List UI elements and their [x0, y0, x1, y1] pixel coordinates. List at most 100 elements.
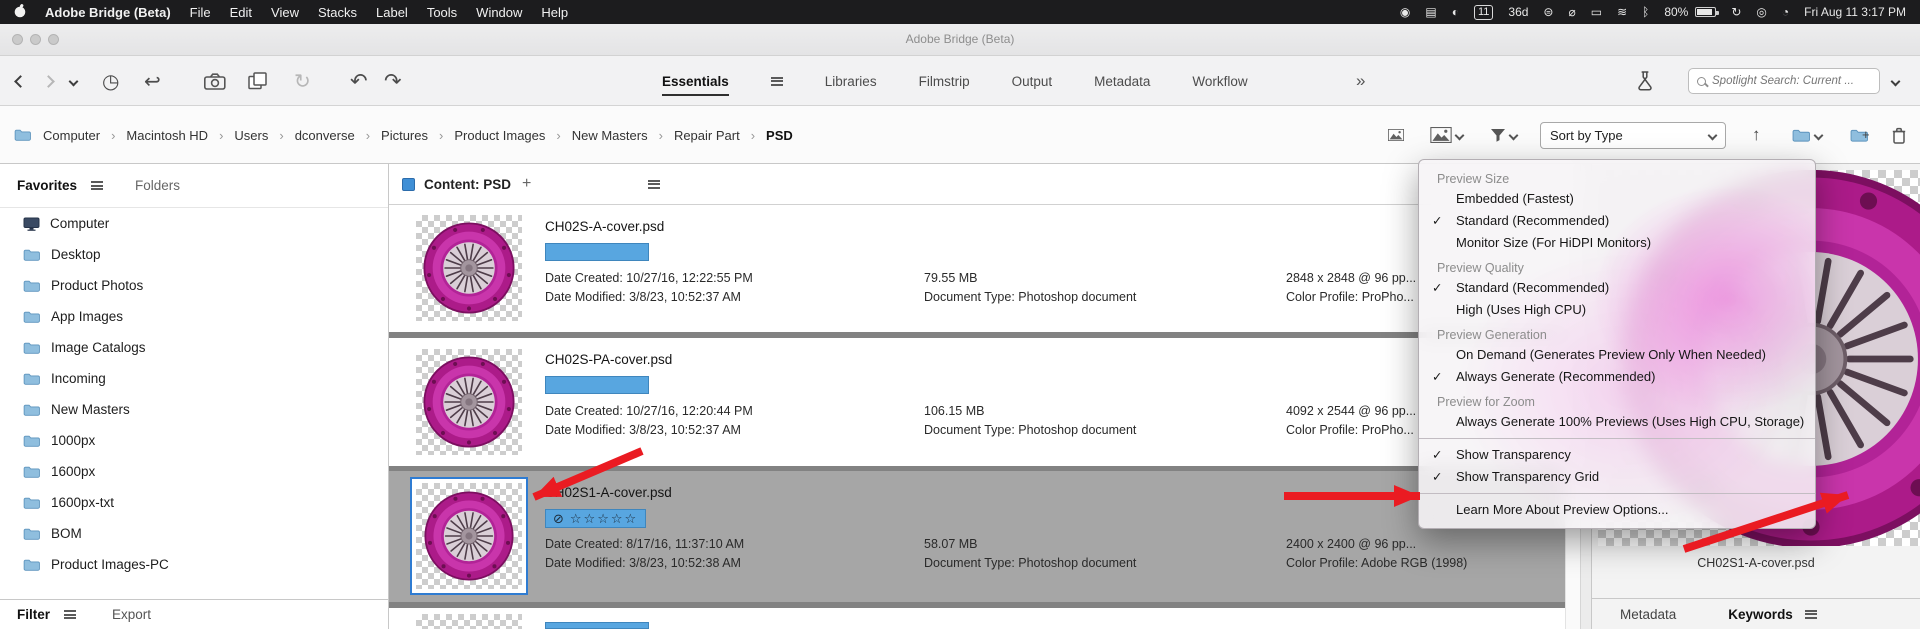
menu-item-learn-more[interactable]: Learn More About Preview Options...	[1419, 499, 1815, 521]
menubar-item-edit[interactable]: Edit	[230, 5, 252, 20]
do-not-disturb-icon[interactable]: ⌀	[1568, 5, 1575, 19]
favorites-panel-menu-icon[interactable]	[91, 181, 104, 190]
filter-button[interactable]	[1490, 106, 1519, 164]
notification-badge[interactable]: 11	[1473, 4, 1494, 20]
apple-menu[interactable]	[14, 3, 26, 21]
workspace-options-icon[interactable]	[770, 76, 783, 86]
get-photos-from-camera-icon[interactable]	[204, 56, 226, 106]
select-all-checkbox[interactable]	[402, 177, 415, 191]
sidebar-item-app-images[interactable]: App Images	[0, 301, 388, 332]
tab-favorites[interactable]: Favorites	[17, 178, 77, 193]
file-row[interactable]: CH02S-PA-cover.psd Date Created: 10/27/1…	[389, 338, 1565, 466]
sidebar-item-1600px[interactable]: 1600px	[0, 456, 388, 487]
menubar-item-window[interactable]: Window	[476, 5, 522, 20]
file-thumbnail-selected[interactable]	[410, 477, 528, 595]
breadcrumb-pictures[interactable]: Pictures	[381, 128, 428, 143]
sidebar-item-bom[interactable]: BOM	[0, 518, 388, 549]
screen-record-icon[interactable]: ◉	[1400, 5, 1410, 19]
star-rating[interactable]: ☆☆☆☆☆	[570, 511, 638, 527]
workspace-tab-libraries[interactable]: Libraries	[825, 74, 877, 89]
rating-label-bar[interactable]	[545, 376, 649, 394]
recent-files-icon[interactable]: ◷	[102, 56, 119, 106]
window-close-button[interactable]	[12, 34, 23, 45]
spotlight-icon[interactable]: ◎	[1756, 5, 1766, 19]
breadcrumb-macintosh-hd[interactable]: Macintosh HD	[126, 128, 208, 143]
time-machine-icon[interactable]: ⊜	[1543, 5, 1553, 19]
file-row-selected[interactable]: CH02S1-A-cover.psd ⊘ ☆☆☆☆☆ Date Created:…	[389, 471, 1565, 602]
breadcrumb-computer[interactable]: Computer	[43, 128, 100, 143]
preview-options-button[interactable]	[1430, 106, 1465, 164]
breadcrumb-psd[interactable]: PSD	[766, 128, 793, 143]
delete-trash-button[interactable]	[1892, 106, 1906, 164]
menu-item-show-transparency[interactable]: ✓ Show Transparency	[1419, 444, 1815, 466]
sidebar-item-image-catalogs[interactable]: Image Catalogs	[0, 332, 388, 363]
forward-button[interactable]	[42, 56, 55, 106]
rating-label-bar[interactable]: ⊘ ☆☆☆☆☆	[545, 509, 647, 528]
sidebar-item-1600px-txt[interactable]: 1600px-txt	[0, 487, 388, 518]
keywords-panel-menu-icon[interactable]	[1804, 609, 1817, 619]
sidebar-item-desktop[interactable]: Desktop	[0, 239, 388, 270]
rating-label-bar[interactable]	[545, 243, 649, 261]
control-center-icon[interactable]: ◔	[1782, 5, 1789, 19]
menubar-clock[interactable]: Fri Aug 11 3:17 PM	[1804, 5, 1906, 19]
bluetooth-icon[interactable]: ᛒ	[1642, 5, 1649, 19]
undo-icon[interactable]: ↶	[350, 56, 368, 106]
menu-item-high-quality[interactable]: High (Uses High CPU)	[1419, 299, 1815, 321]
menu-item-monitor-size[interactable]: Monitor Size (For HiDPI Monitors)	[1419, 232, 1815, 254]
back-button[interactable]	[14, 56, 27, 106]
thumbnail-quality-icon[interactable]	[1388, 106, 1404, 164]
file-thumbnail[interactable]	[416, 614, 522, 629]
sidebar-item-product-photos[interactable]: Product Photos	[0, 270, 388, 301]
recent-folders-button[interactable]	[1792, 106, 1824, 164]
tab-export[interactable]: Export	[112, 607, 151, 622]
menu-item-embedded[interactable]: Embedded (Fastest)	[1419, 188, 1815, 210]
breadcrumb-users[interactable]: Users	[234, 128, 268, 143]
menu-item-standard-quality[interactable]: ✓ Standard (Recommended)	[1419, 277, 1815, 299]
tab-filter[interactable]: Filter	[17, 607, 50, 622]
file-row-partial[interactable]	[389, 608, 1565, 629]
menu-item-always-generate[interactable]: ✓ Always Generate (Recommended)	[1419, 366, 1815, 388]
tab-folders[interactable]: Folders	[135, 178, 180, 193]
beta-flask-icon[interactable]	[1636, 56, 1654, 106]
workspace-tab-workflow[interactable]: Workflow	[1192, 74, 1247, 89]
boomerang-icon[interactable]: ↩	[144, 56, 161, 106]
window-minimize-button[interactable]	[30, 34, 41, 45]
workspace-tab-filmstrip[interactable]: Filmstrip	[919, 74, 970, 89]
menubar-item-label[interactable]: Label	[376, 5, 408, 20]
file-name[interactable]: CH02S-A-cover.psd	[545, 219, 664, 234]
workspace-tab-output[interactable]: Output	[1012, 74, 1053, 89]
menubar-item-view[interactable]: View	[271, 5, 299, 20]
breadcrumb-dconverse[interactable]: dconverse	[295, 128, 355, 143]
search-input[interactable]	[1712, 75, 1871, 87]
menu-item-on-demand[interactable]: On Demand (Generates Preview Only When N…	[1419, 344, 1815, 366]
menubar-item-file[interactable]: File	[190, 5, 211, 20]
file-thumbnail[interactable]	[416, 349, 522, 455]
search-options-chevron[interactable]	[1890, 56, 1901, 106]
sidebar-item-incoming[interactable]: Incoming	[0, 363, 388, 394]
menubar-item-tools[interactable]: Tools	[427, 5, 457, 20]
sidebar-item-new-masters[interactable]: New Masters	[0, 394, 388, 425]
sidebar-item-product-images-pc[interactable]: Product Images-PC	[0, 549, 388, 580]
menubar-item-help[interactable]: Help	[541, 5, 568, 20]
sidebar-item-computer[interactable]: Computer	[0, 208, 388, 239]
menu-item-show-transparency-grid[interactable]: ✓ Show Transparency Grid	[1419, 466, 1815, 488]
reject-rating-icon[interactable]: ⊘	[553, 511, 564, 527]
breadcrumb-new-masters[interactable]: New Masters	[572, 128, 648, 143]
sidebar-item-1000px[interactable]: 1000px	[0, 425, 388, 456]
file-name[interactable]: CH02S1-A-cover.psd	[545, 485, 672, 500]
airplay-icon[interactable]: ≋	[1617, 5, 1627, 19]
contrast-icon[interactable]: ◐	[1452, 5, 1459, 19]
rating-label-bar[interactable]	[545, 622, 649, 629]
menubar-app-name[interactable]: Adobe Bridge (Beta)	[45, 5, 171, 20]
file-name[interactable]: CH02S-PA-cover.psd	[545, 352, 672, 367]
redo-icon[interactable]: ↷	[384, 56, 402, 106]
breadcrumb-product-images[interactable]: Product Images	[454, 128, 545, 143]
sort-dropdown[interactable]: Sort by Type	[1540, 106, 1726, 164]
add-content-tab-button[interactable]: +	[522, 175, 531, 193]
sync-refresh-icon[interactable]: ↻	[294, 56, 311, 106]
workspace-tab-essentials[interactable]: Essentials	[662, 74, 729, 96]
new-folder-button[interactable]: +	[1850, 106, 1870, 164]
breadcrumb-repair-part[interactable]: Repair Part	[674, 128, 740, 143]
tab-keywords[interactable]: Keywords	[1728, 607, 1793, 622]
nav-dropdown-chevron[interactable]	[68, 56, 79, 106]
